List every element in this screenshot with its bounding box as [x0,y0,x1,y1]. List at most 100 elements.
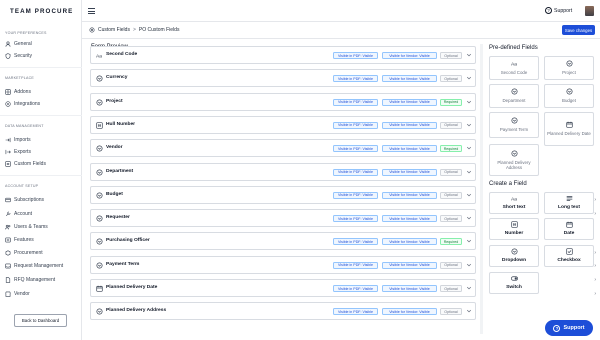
pdf-visibility-badge[interactable]: Visible in PDF: Visible [333,145,378,153]
chevron-down-icon[interactable] [466,52,472,58]
required-status-badge[interactable]: Optional [440,52,462,59]
vendor-visibility-badge[interactable]: Visible for Vendor: Visible [382,98,437,106]
field-row-planned-delivery-date[interactable]: Planned Delivery Date Visible in PDF: Vis… [90,279,476,297]
pdf-visibility-badge[interactable]: Visible in PDF: Visible [333,52,378,59]
field-name: Planned Delivery Date [106,285,158,290]
vendor-visibility-badge[interactable]: Visible for Vendor: Visible [382,52,437,59]
create-field-long-text[interactable]: Long text [544,192,594,214]
predefined-field-second-code[interactable]: Aa Second Code [489,56,539,80]
field-row-budget[interactable]: Budget Visible in PDF: Visible Visible for… [90,185,476,204]
create-field-date[interactable]: Date [544,218,594,240]
field-name: Payment Term [106,261,140,267]
pdf-visibility-badge[interactable]: Visible in PDF: Visible [333,75,378,83]
back-to-dashboard-button[interactable]: Back to Dashboard [14,314,67,327]
chevron-right-icon: › [594,277,596,283]
required-status-badge[interactable]: Required [440,98,462,106]
chevron-down-icon[interactable] [466,262,472,268]
plug-icon [5,101,11,107]
sidebar-item-label: Account [14,211,33,217]
predefined-field-budget[interactable]: Budget [544,84,594,108]
chevron-down-icon[interactable] [466,99,472,105]
support-link[interactable]: ? Support [545,7,572,14]
vendor-visibility-badge[interactable]: Visible for Vendor: Visible [382,191,437,199]
create-field-number[interactable]: Number [489,218,539,240]
vendor-visibility-badge[interactable]: Visible for Vendor: Visible [382,308,437,316]
pdf-visibility-badge[interactable]: Visible in PDF: Visible [333,215,378,223]
pdf-visibility-badge[interactable]: Visible in PDF: Visible [333,238,378,246]
required-status-badge[interactable]: Required [440,238,462,246]
doc-icon [5,277,11,283]
create-field-short-text[interactable]: Aa Short text [489,192,539,214]
create-field-title: Create a Field [489,181,527,187]
field-name: Project [106,98,123,104]
vendor-visibility-badge[interactable]: Visible for Vendor: Visible [382,121,437,129]
dropdown-icon [96,215,103,222]
brand-logo[interactable]: TEAM PROCURE [10,8,73,15]
vendor-visibility-badge[interactable]: Visible for Vendor: Visible [382,75,437,83]
predefined-field-planned-delivery-address[interactable]: Planned Delivery Address [489,144,539,176]
chevron-down-icon[interactable] [466,169,472,175]
vendor-visibility-badge[interactable]: Visible for Vendor: Visible [382,168,437,176]
predefined-field-planned-delivery-date[interactable]: Planned Delivery Date [544,112,594,146]
create-field-checkbox[interactable]: Checkbox [544,245,594,267]
chevron-right-icon: › [594,263,596,269]
required-status-badge[interactable]: Required [440,145,462,153]
chevron-down-icon[interactable] [466,238,472,244]
predefined-field-payment-term[interactable]: Payment Term [489,112,539,138]
chevron-down-icon[interactable] [466,122,472,128]
scrollbar[interactable] [480,44,483,334]
save-changes-button[interactable]: Save changes [562,25,595,35]
chevron-down-icon[interactable] [466,215,472,221]
vendor-visibility-badge[interactable]: Visible for Vendor: Visible [382,215,437,223]
long-text-icon [566,195,573,202]
field-row-purchasing-officer[interactable]: Purchasing Officer Visible in PDF: Visibl… [90,232,476,251]
vendor-visibility-badge[interactable]: Visible for Vendor: Visible [382,261,437,269]
svg-text:Aa: Aa [511,197,517,202]
field-row-project[interactable]: Project Visible in PDF: Visible Visible fo… [90,92,476,111]
hamburger-menu-icon[interactable] [88,8,95,14]
help-icon: ? [545,7,552,14]
pdf-visibility-badge[interactable]: Visible in PDF: Visible [333,98,378,106]
field-row-requester[interactable]: Requester Visible in PDF: Visible Visible … [90,209,476,228]
chevron-down-icon[interactable] [466,192,472,198]
pdf-visibility-badge[interactable]: Visible in PDF: Visible [333,191,378,199]
pdf-visibility-badge[interactable]: Visible in PDF: Visible [333,168,378,176]
pdf-visibility-badge[interactable]: Visible in PDF: Visible [333,121,378,129]
predefined-field-department[interactable]: Department [489,84,539,108]
field-row-currency[interactable]: Currency Visible in PDF: Visible Visible f… [90,69,476,88]
gear-icon [89,27,95,33]
pdf-visibility-badge[interactable]: Visible in PDF: Visible [333,285,378,292]
required-status-badge[interactable]: Optional [440,308,462,316]
create-field-dropdown[interactable]: Dropdown [489,245,539,267]
required-status-badge[interactable]: Optional [440,285,462,292]
required-status-badge[interactable]: Optional [440,168,462,176]
predefined-field-project[interactable]: Project [544,56,594,80]
required-status-badge[interactable]: Optional [440,121,462,129]
chevron-down-icon[interactable] [466,145,472,151]
users-icon [5,224,11,230]
field-row-department[interactable]: Department Visible in PDF: Visible Visible… [90,162,476,181]
pdf-visibility-badge[interactable]: Visible in PDF: Visible [333,261,378,269]
avatar[interactable] [585,6,594,16]
required-status-badge[interactable]: Optional [440,75,462,83]
chevron-down-icon[interactable] [466,285,472,291]
create-field-switch[interactable]: Switch [489,272,539,294]
dropdown-icon [96,145,103,152]
field-row-hull-number[interactable]: Hull Number Visible in PDF: Visible Visibl… [90,115,476,134]
breadcrumb-parent[interactable]: Custom Fields [98,27,130,33]
required-status-badge[interactable]: Optional [440,261,462,269]
vendor-visibility-badge[interactable]: Visible for Vendor: Visible [382,285,437,292]
field-row-planned-delivery-address[interactable]: Planned Delivery Address Visible in PDF: … [90,302,476,321]
field-row-second-code[interactable]: Aa Second Code Visible in PDF: Visible Visi… [90,46,476,64]
field-row-vendor[interactable]: Vendor Visible in PDF: Visible Visible for… [90,139,476,158]
vendor-visibility-badge[interactable]: Visible for Vendor: Visible [382,238,437,246]
support-button[interactable]: ? Support [545,320,593,336]
required-status-badge[interactable]: Optional [440,191,462,199]
chevron-down-icon[interactable] [466,75,472,81]
pdf-visibility-badge[interactable]: Visible in PDF: Visible [333,308,378,316]
required-status-badge[interactable]: Optional [440,215,462,223]
field-row-payment-term[interactable]: Payment Term Visible in PDF: Visible Visib… [90,255,476,274]
inbox-icon [5,263,11,269]
chevron-down-icon[interactable] [466,308,472,314]
vendor-visibility-badge[interactable]: Visible for Vendor: Visible [382,145,437,153]
